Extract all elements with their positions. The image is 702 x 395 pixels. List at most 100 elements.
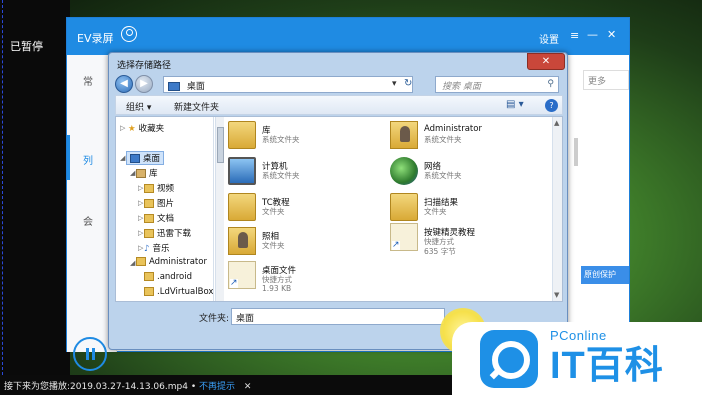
collapse-arrow-icon[interactable]: ◢: [130, 169, 135, 177]
scroll-down-icon[interactable]: ▼: [554, 291, 559, 299]
folder-name-field[interactable]: 桌面: [231, 308, 445, 325]
file-type: 系统文件夹: [424, 135, 462, 144]
user-folder-icon: [136, 257, 146, 266]
shortcut-icon: [390, 223, 418, 251]
address-bar[interactable]: 桌面 ▾ ↻: [163, 76, 413, 93]
file-item-tc-tutorial[interactable]: TC教程 文件夹: [228, 191, 378, 225]
file-item-administrator[interactable]: Administrator 系统文件夹: [390, 119, 540, 153]
forward-icon[interactable]: ▶: [135, 75, 153, 93]
sidebar-item-member[interactable]: 会: [83, 213, 93, 228]
file-type: 系统文件夹: [262, 171, 300, 180]
tree-item-music[interactable]: ♪ 音乐: [144, 242, 169, 254]
dialog-title: 选择存储路径: [117, 61, 172, 71]
close-icon[interactable]: ✕: [607, 28, 616, 41]
ev-scrollbar[interactable]: [574, 138, 578, 166]
pconline-watermark: PConline IT百科: [452, 322, 702, 395]
file-size: 635 字节: [424, 247, 456, 256]
pause-button[interactable]: [73, 337, 107, 371]
address-dropdown-icon[interactable]: ▾: [392, 79, 397, 89]
expand-arrow-icon[interactable]: ▷: [138, 184, 143, 192]
tree-item-library[interactable]: 库: [136, 167, 158, 179]
tree-item-favorites[interactable]: ★ 收藏夹: [128, 122, 164, 135]
sidebar-item-common[interactable]: 常: [83, 73, 93, 88]
minimize-icon[interactable]: —: [587, 28, 598, 41]
next-play-text: 接下来为您播放:2019.03.27-14.13.06.mp4 •: [4, 382, 197, 392]
file-type: 文件夹: [262, 241, 285, 250]
file-type: 文件夹: [262, 207, 285, 216]
music-icon: ♪: [144, 244, 150, 254]
scroll-up-icon[interactable]: ▲: [554, 119, 559, 127]
document-folder-icon: [144, 214, 154, 223]
navigation-row: ◀ ▶ 桌面 ▾ ↻ 搜索 桌面 ⚲: [115, 75, 563, 95]
photo-folder-icon: [228, 227, 256, 255]
expand-arrow-icon[interactable]: ▷: [138, 214, 143, 222]
search-input[interactable]: 搜索 桌面 ⚲: [435, 76, 559, 93]
file-item-network[interactable]: 网络 系统文件夹: [390, 155, 540, 189]
desktop-icon: [130, 154, 140, 163]
browser-panel: ▷ ★ 收藏夹 ◢ 桌面 ◢ 库 ▷ 视频 ▷ 图片 ▷ 文档 ▷ 迅雷下载 ▷ …: [115, 116, 563, 302]
expand-arrow-icon[interactable]: ▷: [120, 124, 125, 132]
original-protect-button[interactable]: 原创保护: [581, 266, 629, 284]
file-type: 系统文件夹: [424, 171, 462, 180]
picture-folder-icon: [144, 199, 154, 208]
shortcut-icon: [228, 261, 256, 289]
new-folder-button[interactable]: 新建文件夹: [174, 100, 219, 113]
organize-menu[interactable]: 组织 ▾: [126, 100, 151, 113]
watermark-brand: PConline: [550, 328, 607, 343]
more-tab[interactable]: 更多: [583, 70, 629, 90]
dialog-close-button[interactable]: ✕: [527, 53, 565, 70]
left-dark-area: [0, 0, 70, 375]
recording-boundary-line: [2, 0, 3, 375]
back-icon[interactable]: ◀: [115, 75, 133, 93]
tree-item-android[interactable]: .android: [144, 272, 192, 282]
library-icon: [136, 169, 146, 178]
ev-title-bar: EV录屏 设置 ≡ — ✕: [67, 18, 629, 55]
tree-item-downloads[interactable]: 迅雷下载: [144, 227, 191, 239]
file-list-scrollbar[interactable]: ▲ ▼: [552, 117, 562, 301]
file-item-computer[interactable]: 计算机 系统文件夹: [228, 155, 378, 189]
user-folder-icon: [390, 121, 418, 149]
video-folder-icon: [144, 184, 154, 193]
file-item-keysprite-tutorial[interactable]: 按键精灵教程 快捷方式 635 字节: [390, 221, 540, 256]
network-icon: [390, 157, 418, 185]
folder-icon: [144, 272, 154, 281]
menu-icon[interactable]: ≡: [570, 29, 579, 42]
refresh-icon[interactable]: ↻: [404, 78, 412, 89]
library-icon: [228, 121, 256, 149]
search-placeholder: 搜索 桌面: [442, 82, 481, 92]
collapse-arrow-icon[interactable]: ◢: [130, 259, 135, 267]
tree-item-video[interactable]: 视频: [144, 182, 174, 194]
settings-button[interactable]: 设置: [539, 31, 559, 46]
folder-name-label: 文件夹:: [199, 314, 230, 324]
tree-item-desktop[interactable]: 桌面: [126, 151, 165, 165]
folder-tree: ▷ ★ 收藏夹 ◢ 桌面 ◢ 库 ▷ 视频 ▷ 图片 ▷ 文档 ▷ 迅雷下载 ▷ …: [116, 117, 214, 301]
expand-arrow-icon[interactable]: ▷: [138, 199, 143, 207]
sidebar-item-list[interactable]: 列: [83, 152, 93, 167]
collapse-arrow-icon[interactable]: ◢: [120, 154, 125, 162]
file-type: 文件夹: [424, 207, 447, 216]
view-options-icon[interactable]: ▤ ▾: [506, 99, 524, 110]
expand-arrow-icon[interactable]: ▷: [138, 229, 143, 237]
tree-item-administrator[interactable]: Administrator: [136, 257, 207, 267]
file-name: Administrator: [424, 124, 482, 134]
notification-close-icon[interactable]: ✕: [244, 382, 252, 392]
tree-item-documents[interactable]: 文档: [144, 212, 174, 224]
help-icon[interactable]: ?: [545, 99, 558, 112]
expand-arrow-icon[interactable]: ▷: [138, 244, 143, 252]
file-item-library[interactable]: 库 系统文件夹: [228, 119, 378, 153]
file-type: 系统文件夹: [262, 135, 300, 144]
dont-remind-link[interactable]: 不再提示: [199, 382, 235, 392]
pconline-logo-icon: [480, 330, 538, 388]
file-item-photos[interactable]: 照相 文件夹: [228, 225, 378, 259]
tree-item-ldvirtualbox[interactable]: .LdVirtualBox: [144, 287, 213, 297]
file-item-scan-results[interactable]: 扫描结果 文件夹: [390, 191, 540, 225]
tree-item-pictures[interactable]: 图片: [144, 197, 174, 209]
tree-scroll-thumb[interactable]: [217, 127, 224, 163]
select-path-dialog: 选择存储路径 ✕ ◀ ▶ 桌面 ▾ ↻ 搜索 桌面 ⚲ 组织 ▾ 新建文件夹 ▤…: [108, 52, 568, 350]
file-item-desktop-files[interactable]: 桌面文件 快捷方式 1.93 KB: [228, 259, 378, 293]
search-icon[interactable]: ⚲: [547, 79, 554, 89]
tree-scrollbar[interactable]: [215, 117, 224, 301]
folder-icon: [144, 287, 154, 296]
user-icon[interactable]: [121, 26, 137, 42]
star-icon: ★: [128, 123, 136, 134]
